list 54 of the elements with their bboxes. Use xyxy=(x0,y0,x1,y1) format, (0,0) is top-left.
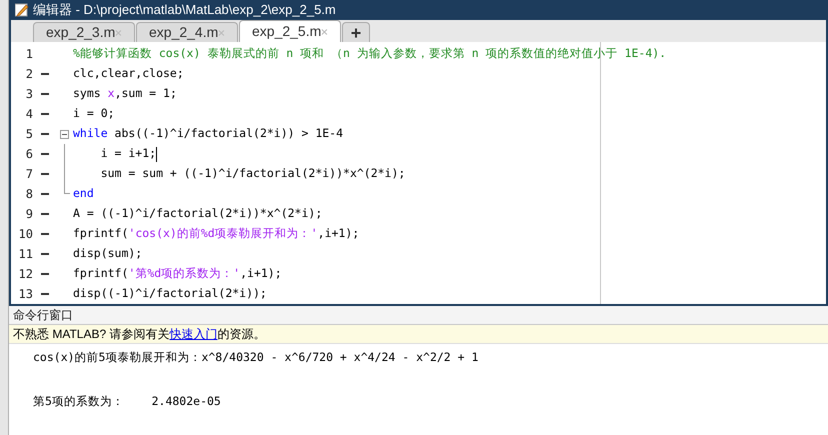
line-number: 11 xyxy=(18,246,33,263)
line-number: 12 xyxy=(18,266,33,283)
close-icon[interactable] xyxy=(321,28,328,36)
code-line: end xyxy=(73,185,94,202)
code-line: fprintf('第%d项的系数为：',i+1); xyxy=(73,265,282,282)
line-number: 1 xyxy=(24,46,33,63)
code-line: i = i+1; xyxy=(100,145,156,162)
line-number: 7 xyxy=(24,166,33,183)
file-tab[interactable]: exp_2_4.m xyxy=(136,22,238,42)
notice-text: 不熟悉 MATLAB? 请参阅有关快速入门的资源。 xyxy=(13,326,266,343)
quick-start-link[interactable]: 快速入门 xyxy=(169,327,218,341)
line-number: 10 xyxy=(18,226,33,243)
line-number: 4 xyxy=(24,106,33,123)
code-line: clc,clear,close; xyxy=(73,65,184,82)
executable-line-mark[interactable] xyxy=(41,93,49,95)
close-icon[interactable] xyxy=(115,28,122,36)
executable-line-mark[interactable] xyxy=(41,173,49,175)
output-line: 第5项的系数为： 2.4802e-05 xyxy=(33,393,221,410)
code-line: while abs((-1)^i/factorial(2*i)) > 1E-4 xyxy=(73,125,344,142)
panel-title: 命令行窗口 xyxy=(13,307,73,324)
executable-line-mark[interactable] xyxy=(41,133,49,135)
line-number: 2 xyxy=(24,66,33,83)
fold-end-line xyxy=(64,184,70,194)
executable-line-mark[interactable] xyxy=(41,193,49,195)
new-tab-button[interactable]: + xyxy=(342,22,370,42)
code-line: sum = sum + ((-1)^i/factorial(2*i))*x^(2*i); xyxy=(100,165,406,182)
executable-line-mark[interactable] xyxy=(41,233,49,235)
close-icon[interactable] xyxy=(218,28,225,36)
code-line: disp((-1)^i/factorial(2*i)); xyxy=(73,285,267,302)
line-number: 5 xyxy=(24,126,33,143)
code-line: i = 0; xyxy=(73,105,115,122)
line-number: 8 xyxy=(24,186,33,203)
collapse-toggle-icon[interactable] xyxy=(60,130,68,138)
window-title: 编辑器 - D:\project\matlab\MatLab\exp_2\exp_2_5.m xyxy=(33,1,336,20)
code-line: disp(sum); xyxy=(73,245,142,262)
line-number: 13 xyxy=(18,286,33,303)
file-tab[interactable]: exp_2_3.m xyxy=(33,22,135,42)
line-number: 3 xyxy=(24,86,33,103)
code-comment: %能够计算函数 cos(x) 泰勒展式的前 n 项和 （n 为输入参数，要求第 n 项的系数值的绝对值小于 1E-4). xyxy=(73,45,666,62)
code-line: A = ((-1)^i/factorial(2*i))*x^(2*i); xyxy=(73,205,322,222)
executable-line-mark[interactable] xyxy=(41,213,49,215)
executable-line-mark[interactable] xyxy=(41,293,49,295)
executable-line-mark[interactable] xyxy=(41,153,49,155)
line-number: 9 xyxy=(24,206,33,223)
line-number: 6 xyxy=(24,146,33,163)
code-line: fprintf('cos(x)的前%d项泰勒展开和为：',i+1); xyxy=(73,225,360,242)
executable-line-mark[interactable] xyxy=(41,273,49,275)
executable-line-mark[interactable] xyxy=(41,113,49,115)
executable-line-mark[interactable] xyxy=(41,73,49,75)
executable-line-mark[interactable] xyxy=(41,253,49,255)
output-line: cos(x)的前5项泰勒展开和为：x^8/40320 - x^6/720 + x^4/24 - x^2/2 + 1 xyxy=(33,349,478,366)
file-tab[interactable]: exp_2_5.m xyxy=(239,20,341,42)
pencil-icon xyxy=(15,3,29,17)
code-line: syms x,sum = 1; xyxy=(73,85,177,102)
